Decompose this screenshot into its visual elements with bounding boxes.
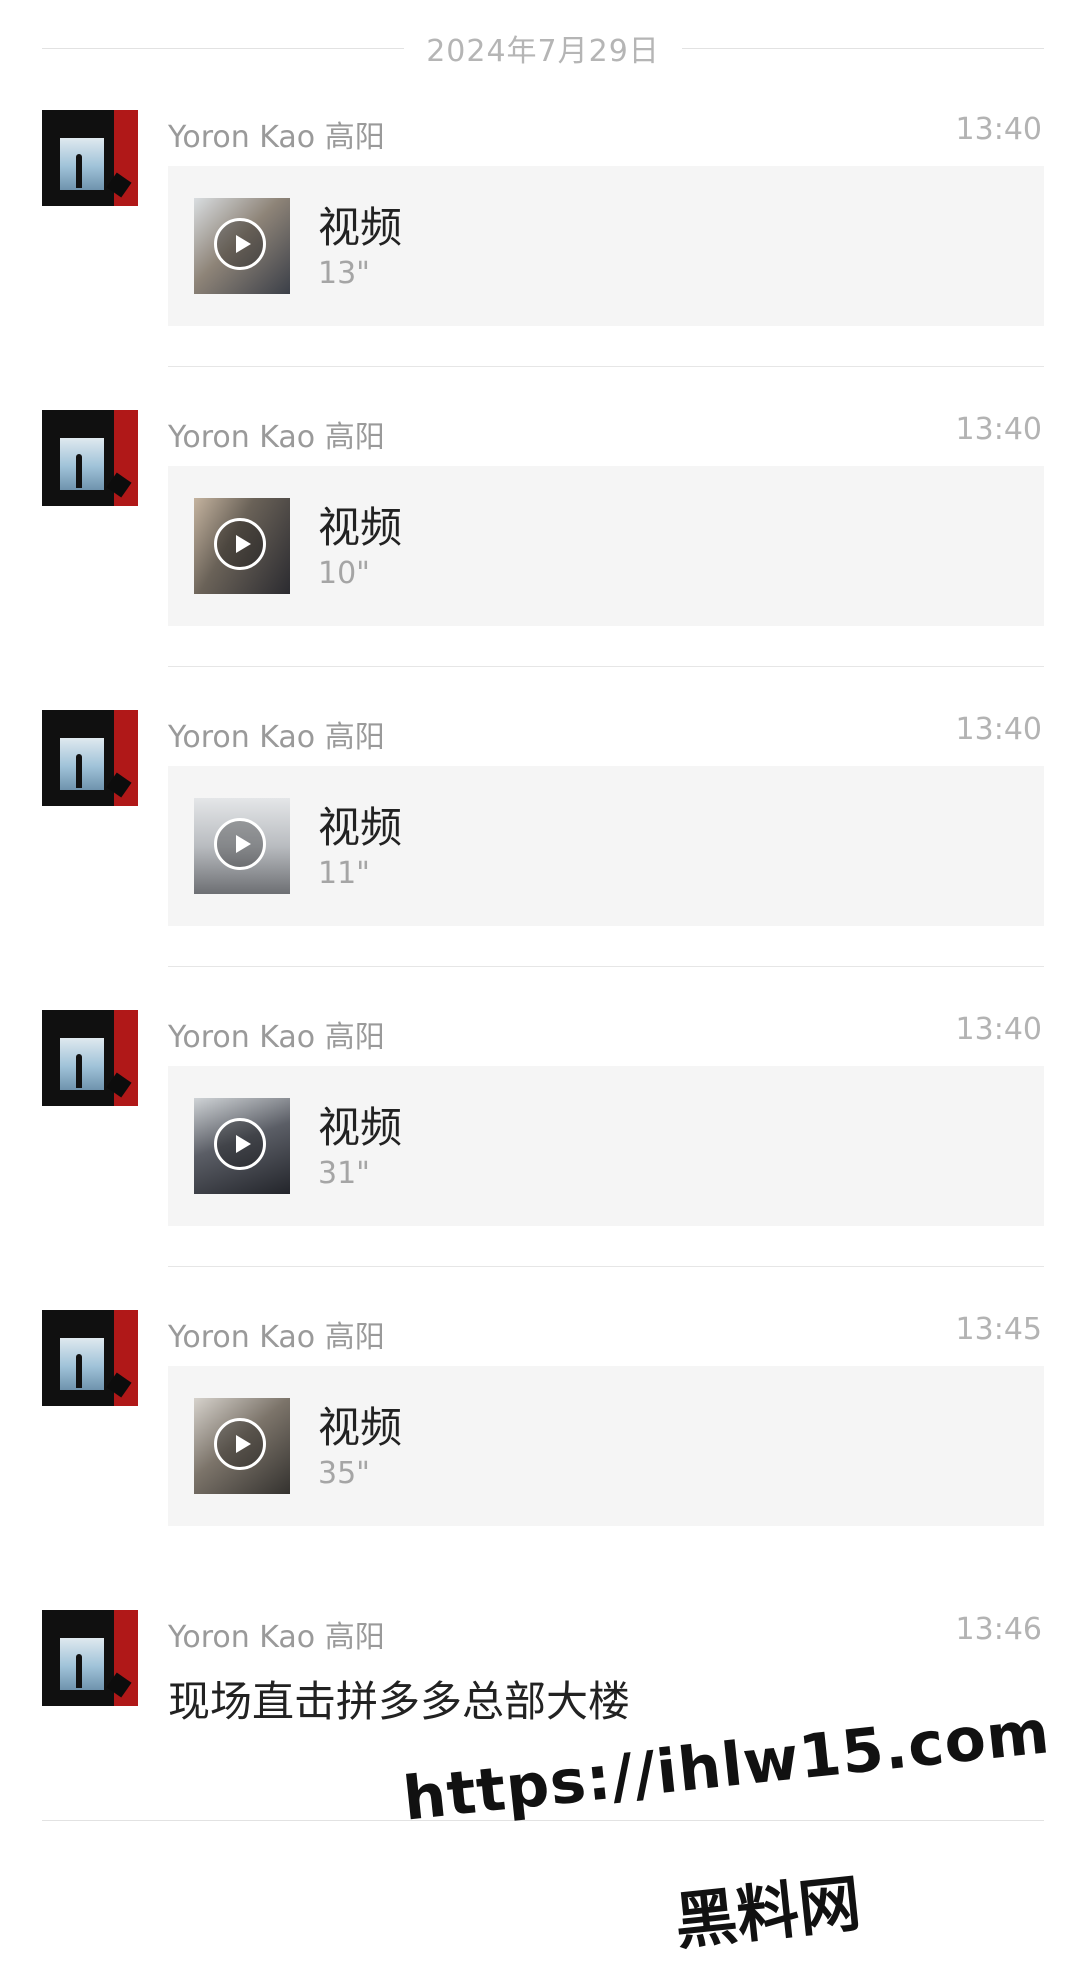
play-icon[interactable] — [214, 218, 266, 270]
message-divider — [168, 366, 1044, 367]
video-title: 视频 — [318, 803, 403, 852]
message-time: 13:40 — [955, 112, 1042, 147]
video-duration: 35" — [318, 1456, 370, 1491]
date-label: 2024年7月29日 — [426, 34, 660, 69]
message-time: 13:40 — [955, 712, 1042, 747]
play-icon[interactable] — [214, 818, 266, 870]
video-duration: 31" — [318, 1156, 370, 1191]
avatar[interactable] — [42, 410, 138, 506]
video-thumbnail[interactable] — [194, 198, 290, 294]
message-time: 13:45 — [955, 1312, 1042, 1347]
sender-name: Yoron Kao 高阳 — [168, 120, 385, 155]
video-card[interactable]: 视频 11" — [168, 766, 1044, 926]
video-card[interactable]: 视频 31" — [168, 1066, 1044, 1226]
avatar[interactable] — [42, 1310, 138, 1406]
play-icon[interactable] — [214, 518, 266, 570]
message-divider — [168, 966, 1044, 967]
video-thumbnail[interactable] — [194, 1098, 290, 1194]
message-divider — [168, 1266, 1044, 1267]
video-card[interactable]: 视频 10" — [168, 466, 1044, 626]
video-duration: 11" — [318, 856, 370, 891]
video-title: 视频 — [318, 1103, 403, 1152]
video-thumbnail[interactable] — [194, 498, 290, 594]
video-card[interactable]: 视频 35" — [168, 1366, 1044, 1526]
sender-name: Yoron Kao 高阳 — [168, 720, 385, 755]
message-text[interactable]: 现场直击拼多多总部大楼 — [168, 1668, 630, 1729]
video-thumbnail[interactable] — [194, 798, 290, 894]
watermark-name: 黑料网 — [671, 1866, 865, 1959]
video-duration: 13" — [318, 256, 370, 291]
avatar[interactable] — [42, 710, 138, 806]
sender-name: Yoron Kao 高阳 — [168, 1620, 385, 1655]
message-time: 13:40 — [955, 1012, 1042, 1047]
avatar[interactable] — [42, 110, 138, 206]
date-separator: 2024年7月29日 — [42, 28, 1045, 69]
video-card[interactable]: 视频 13" — [168, 166, 1044, 326]
message-time: 13:40 — [955, 412, 1042, 447]
video-title: 视频 — [318, 203, 403, 252]
video-duration: 10" — [318, 556, 370, 591]
play-icon[interactable] — [214, 1418, 266, 1470]
sender-name: Yoron Kao 高阳 — [168, 420, 385, 455]
video-title: 视频 — [318, 503, 403, 552]
play-icon[interactable] — [214, 1118, 266, 1170]
video-thumbnail[interactable] — [194, 1398, 290, 1494]
date-separator-line-left — [42, 47, 405, 49]
date-separator-line-right — [681, 47, 1045, 49]
sender-name: Yoron Kao 高阳 — [168, 1320, 385, 1355]
avatar[interactable] — [42, 1010, 138, 1106]
video-title: 视频 — [318, 1403, 403, 1452]
message-time: 13:46 — [955, 1612, 1042, 1647]
message-divider — [168, 666, 1044, 667]
avatar[interactable] — [42, 1610, 138, 1706]
sender-name: Yoron Kao 高阳 — [168, 1020, 385, 1055]
